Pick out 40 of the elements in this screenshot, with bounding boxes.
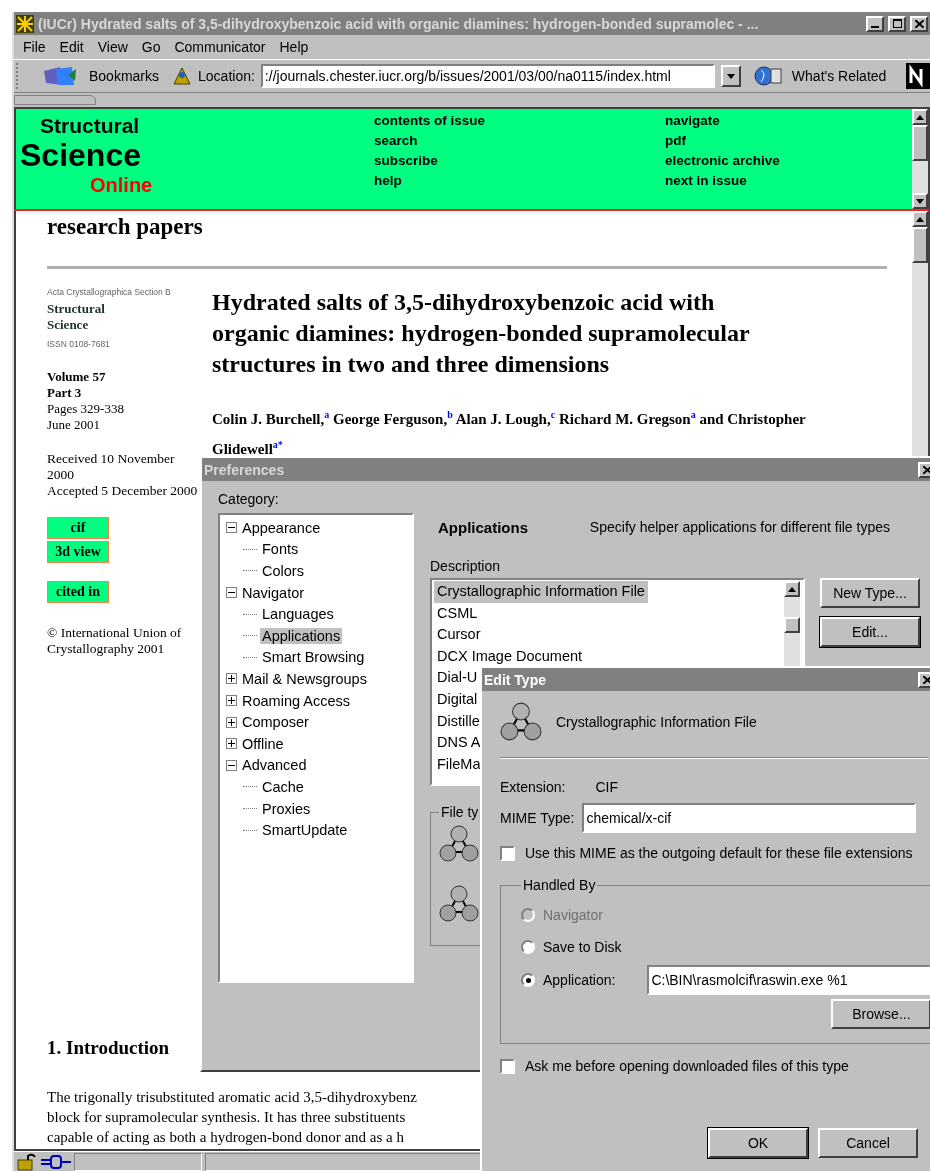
dialog-title: Preferences — [204, 461, 286, 478]
section-title: research papers — [47, 214, 204, 240]
checkbox-label: Ask me before opening downloaded files of this type — [525, 1058, 849, 1074]
issn-text: ISSN 0108-7681 — [47, 339, 111, 349]
date-text: Accepted 5 December 2000 — [47, 483, 199, 499]
dialog-title: Edit Type — [484, 671, 547, 688]
location-label: Location: — [198, 68, 255, 84]
window-title: (IUCr) Hydrated salts of 3,5-dihydroxybenzoic acid with organic diamines: hydrogen-bonded supramolec - ... — [38, 15, 760, 32]
issue-info: Volume 57 — [47, 369, 107, 385]
issue-info: Part 3 — [47, 385, 83, 401]
panel-title: Applications — [438, 519, 528, 536]
extension-label: Extension: — [500, 779, 566, 795]
description-label: Description — [430, 558, 502, 574]
radio-label: Save to Disk — [543, 939, 622, 955]
date-text: Received 10 November 2000 — [47, 451, 176, 483]
file-type-name: Crystallographic Information File — [556, 714, 757, 730]
panel-hint: Specify helper applications for different file types — [589, 519, 890, 536]
mime-label: MIME Type: — [500, 810, 575, 826]
article-title: Hydrated salts of 3,5-dihydroxybenzoic acid with organic diamines: hydrogen-bonded supramolecular structures in two and three dimensions — [212, 288, 751, 379]
author-list: Colin J. Burchell,$^{a}$ George Ferguson,$^{b}$ Alan J. Lough,$^{c}$ Richard M. Gregson$^{a}$ and Christopher Glidewell$^{a*}$ — [212, 402, 806, 462]
extension-value: CIF — [595, 779, 618, 795]
category-label: Category: — [218, 491, 280, 507]
journal-section: Science — [47, 317, 203, 333]
radio-label: Application: — [543, 972, 616, 988]
journal-name: Acta Crystallographica Section B — [47, 287, 172, 297]
checkbox-label: Use this MIME as the outgoing default for these file extensions — [525, 845, 913, 861]
logo-text: Structural — [39, 113, 140, 139]
paragraph-line: capable of acting as both a hydrogen-bond donor and as a h — [47, 1128, 404, 1147]
issue-info: Pages 329-338 — [47, 401, 125, 417]
section-heading: 1. Introduction — [47, 1037, 171, 1059]
group-label: File ty — [440, 804, 480, 820]
issue-info: June 2001 — [47, 417, 102, 433]
journal-section: Structural — [47, 301, 203, 317]
copyright-text: © International Union of Crystallography 2001 — [47, 625, 183, 657]
radio-label: Navigator — [543, 907, 603, 923]
logo-text: Online — [90, 173, 153, 199]
paragraph-line: block for supramolecular synthesis. It has three substituents — [47, 1108, 406, 1127]
paragraph-line: The trigonally trisubstituted aromatic acid 3,5-dihydroxybenz — [47, 1088, 417, 1107]
logo-text: Science — [20, 138, 141, 174]
group-label: Handled By — [522, 877, 597, 893]
